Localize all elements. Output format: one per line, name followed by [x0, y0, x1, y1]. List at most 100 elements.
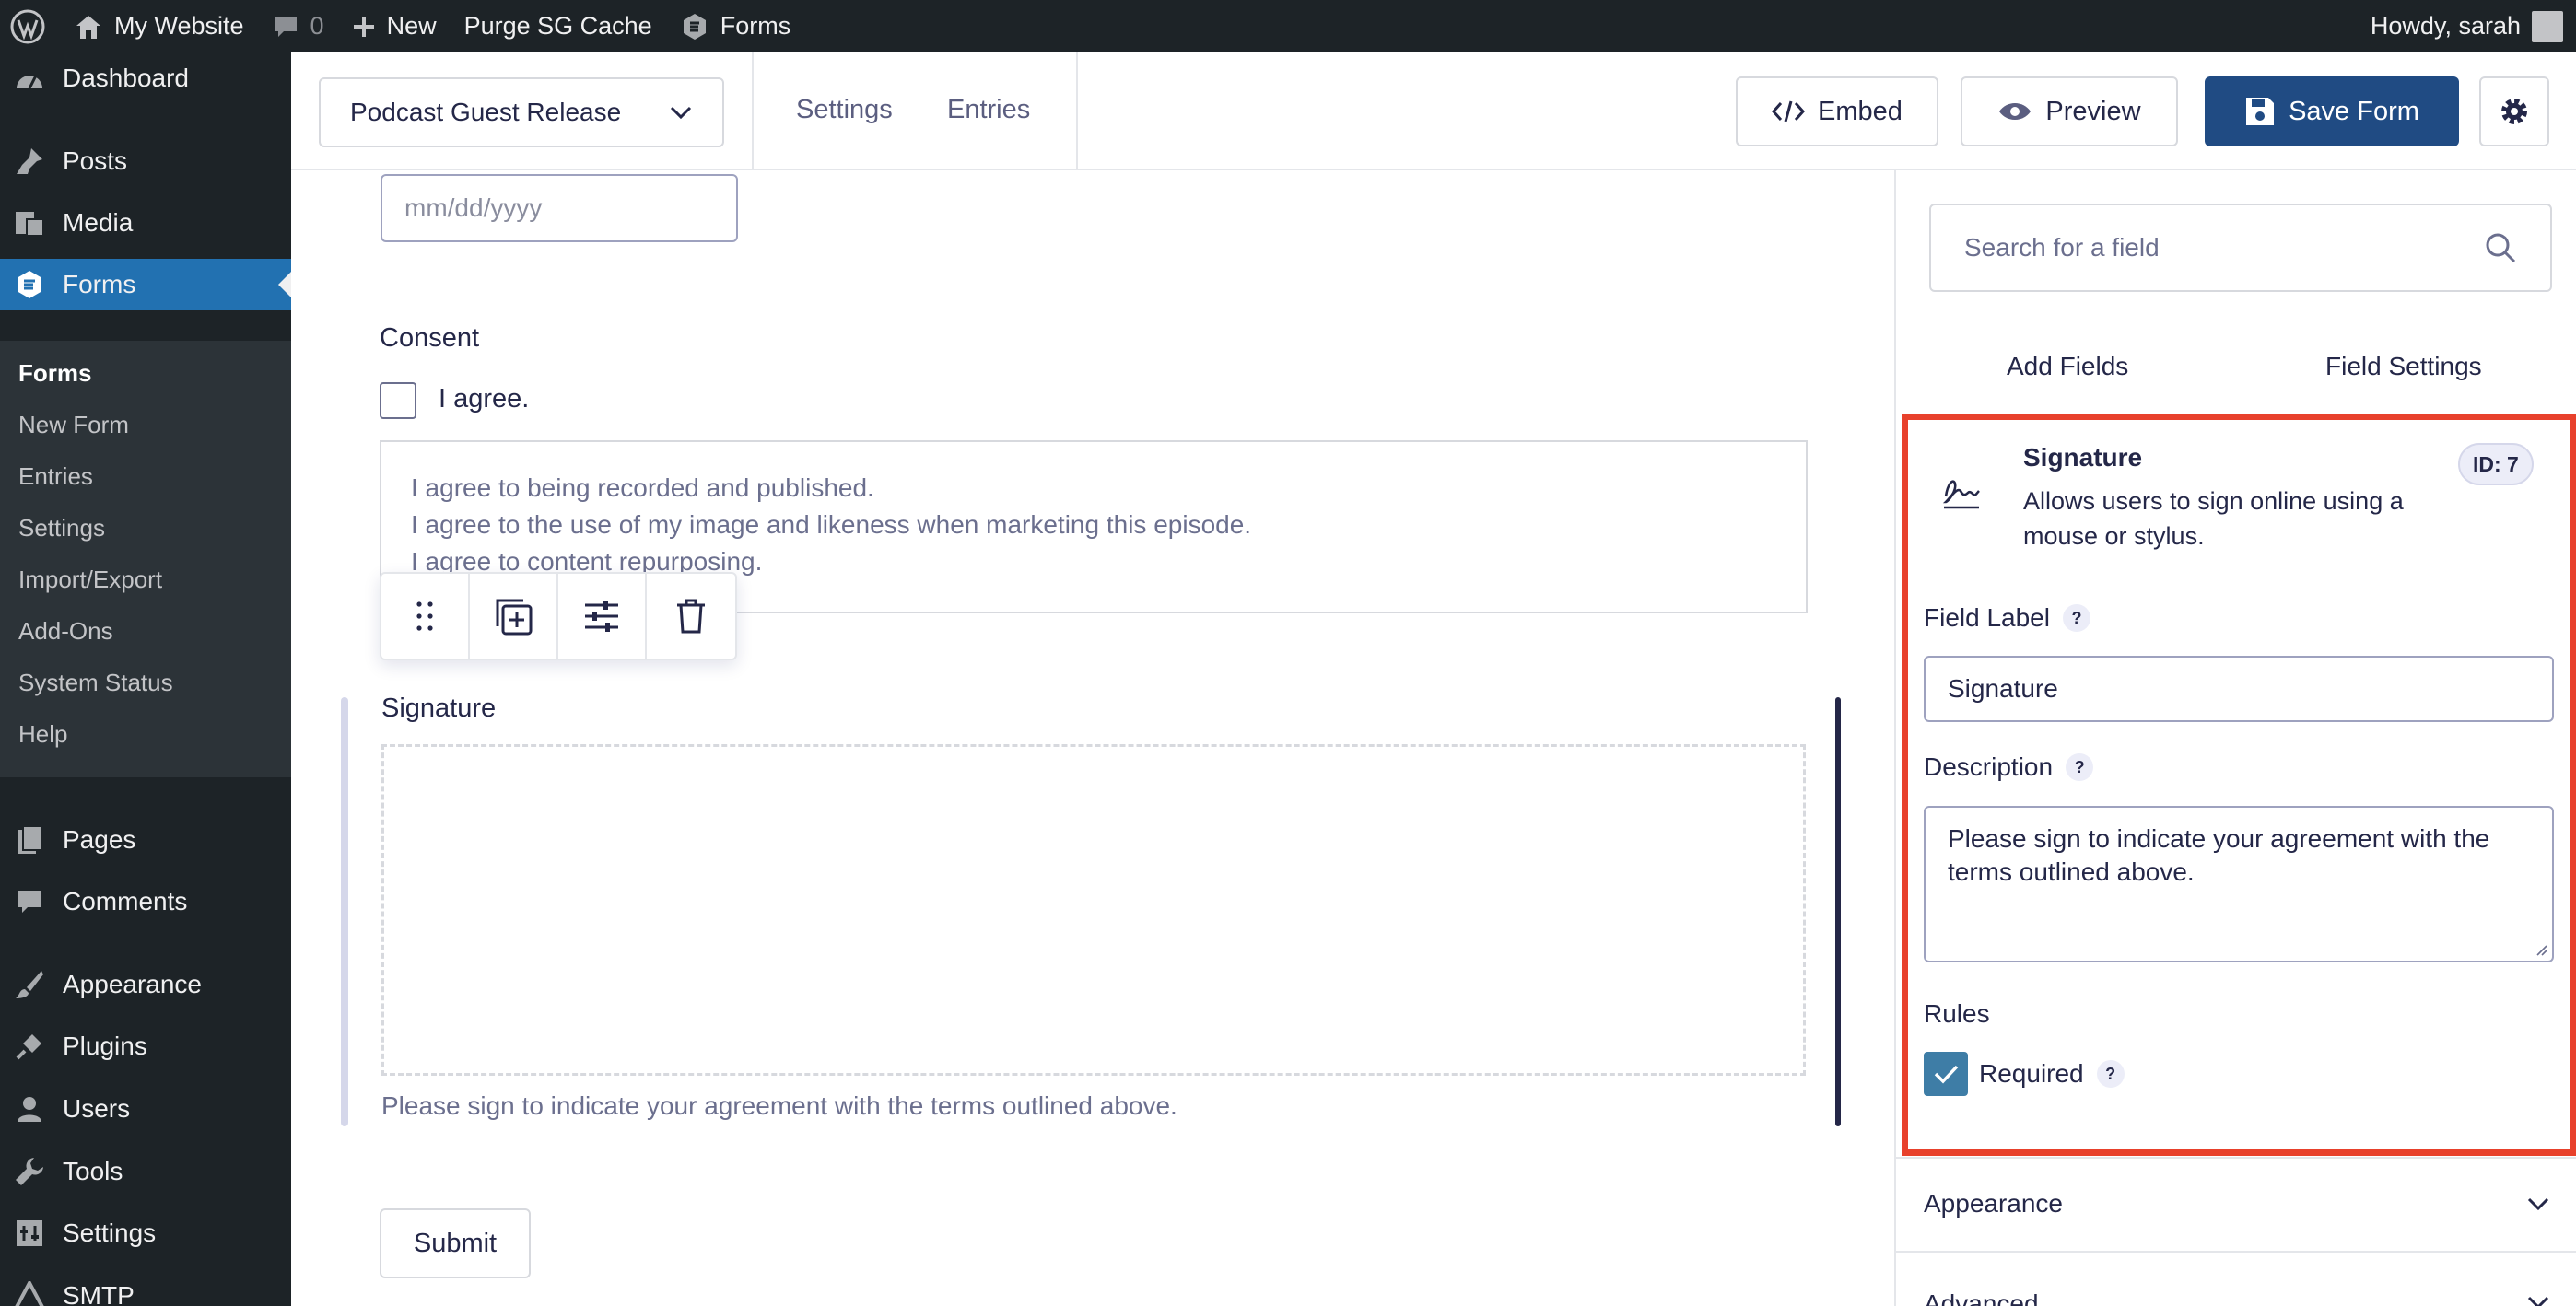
- submenu-system-status[interactable]: System Status: [18, 669, 173, 697]
- submit-button[interactable]: Submit: [380, 1208, 531, 1278]
- submenu-settings[interactable]: Settings: [18, 514, 105, 542]
- date-input[interactable]: mm/dd/yyyy: [381, 174, 738, 242]
- avatar: [2532, 10, 2563, 42]
- forms-admin-link[interactable]: Forms: [666, 0, 805, 52]
- consent-checkbox[interactable]: [380, 382, 416, 419]
- submenu-forms[interactable]: Forms: [18, 359, 91, 388]
- description-value: Please sign to indicate your agreement w…: [1948, 824, 2490, 886]
- sidebar-item-smtp[interactable]: SMTP: [0, 1270, 291, 1306]
- field-label-input[interactable]: Signature: [1924, 656, 2554, 722]
- divider: [752, 52, 754, 170]
- forms-submenu: Forms New Form Entries Settings Import/E…: [0, 341, 291, 777]
- sidebar-item-settings[interactable]: Settings: [0, 1207, 291, 1259]
- field-label-setting: Field Label ?: [1924, 603, 2090, 633]
- form-name: Podcast Guest Release: [350, 98, 622, 126]
- description-textarea[interactable]: Please sign to indicate your agreement w…: [1924, 806, 2554, 962]
- tab-add-fields[interactable]: Add Fields: [2007, 352, 2128, 381]
- help-icon[interactable]: ?: [2062, 604, 2090, 632]
- submenu-new-form[interactable]: New Form: [18, 411, 129, 439]
- signature-description: Please sign to indicate your agreement w…: [381, 1091, 1177, 1120]
- signature-icon: [1942, 480, 1980, 509]
- new-content-link[interactable]: New: [338, 0, 451, 52]
- sidebar-item-label: Pages: [63, 825, 136, 854]
- consent-line: I agree to the use of my image and liken…: [411, 510, 1252, 539]
- help-icon[interactable]: ?: [2096, 1060, 2125, 1088]
- dashboard-icon: [13, 62, 46, 95]
- advanced-section-label: Advanced: [1924, 1289, 2039, 1306]
- eye-icon: [1999, 103, 2032, 120]
- field-id-badge: ID: 7: [2458, 443, 2534, 485]
- account-menu[interactable]: Howdy, sarah: [2357, 0, 2576, 52]
- submit-label: Submit: [413, 1228, 498, 1258]
- sidebar-item-label: Forms: [63, 270, 136, 298]
- settings-link[interactable]: Settings: [796, 95, 893, 125]
- comments-link[interactable]: 0: [258, 0, 338, 52]
- site-name-link[interactable]: My Website: [60, 0, 258, 52]
- pin-icon: [13, 145, 46, 178]
- required-checkbox[interactable]: [1924, 1052, 1968, 1096]
- drag-handle[interactable]: [381, 574, 470, 659]
- advanced-section-toggle[interactable]: Advanced: [1896, 1251, 2576, 1306]
- submenu-add-ons[interactable]: Add-Ons: [18, 617, 113, 646]
- purge-cache-link[interactable]: Purge SG Cache: [451, 0, 666, 52]
- sidebar-item-dashboard[interactable]: Dashboard: [0, 52, 291, 104]
- sidebar-item-forms[interactable]: Forms: [0, 259, 291, 310]
- sidebar-item-tools[interactable]: Tools: [0, 1146, 291, 1197]
- home-icon: [76, 15, 100, 39]
- sidebar-item-plugins[interactable]: Plugins: [0, 1020, 291, 1072]
- greeting: Howdy, sarah: [2370, 12, 2521, 40]
- appearance-section-label: Appearance: [1924, 1189, 2064, 1218]
- sliders-icon: [585, 601, 618, 632]
- wrench-icon: [13, 1155, 46, 1188]
- appearance-section-toggle[interactable]: Appearance: [1896, 1157, 2576, 1249]
- submenu-import-export[interactable]: Import/Export: [18, 566, 162, 594]
- preview-button[interactable]: Preview: [1961, 76, 2178, 146]
- delete-field-button[interactable]: [647, 574, 735, 659]
- signature-pad[interactable]: [381, 744, 1806, 1076]
- sidebar-item-posts[interactable]: Posts: [0, 135, 291, 187]
- sidebar-item-label: Tools: [63, 1157, 123, 1185]
- admin-bar: My Website 0 New Purge SG Cache Forms Ho…: [0, 0, 2576, 52]
- resize-handle-icon: [2536, 945, 2547, 956]
- forms-admin-label: Forms: [720, 12, 791, 40]
- embed-button[interactable]: Embed: [1736, 76, 1938, 146]
- consent-checkbox-label: I agree.: [439, 384, 530, 414]
- sidebar-item-appearance[interactable]: Appearance: [0, 959, 291, 1010]
- field-type-title: Signature: [2023, 443, 2143, 472]
- submenu-help[interactable]: Help: [18, 720, 67, 749]
- wp-logo-button[interactable]: [0, 0, 60, 52]
- form-switcher-dropdown[interactable]: Podcast Guest Release: [319, 77, 724, 147]
- gear-icon: [2501, 99, 2527, 124]
- user-icon: [13, 1092, 46, 1125]
- settings-gear-button[interactable]: [2479, 76, 2549, 146]
- consent-line: I agree to being recorded and published.: [411, 473, 874, 502]
- tab-field-settings[interactable]: Field Settings: [2325, 352, 2482, 381]
- plus-icon: [353, 16, 374, 37]
- description-title: Description: [1924, 752, 2054, 781]
- sidebar-item-comments[interactable]: Comments: [0, 876, 291, 927]
- search-placeholder: Search for a field: [1964, 233, 2160, 262]
- submenu-entries[interactable]: Entries: [18, 462, 93, 491]
- signature-label: Signature: [381, 694, 497, 723]
- field-label-value: Signature: [1948, 674, 2058, 703]
- preview-label: Preview: [2045, 96, 2141, 126]
- divider: [1076, 52, 1078, 170]
- entries-link[interactable]: Entries: [947, 95, 1030, 125]
- sidebar-item-label: Settings: [63, 1219, 157, 1247]
- field-search-input[interactable]: Search for a field: [1929, 204, 2552, 292]
- brush-icon: [13, 968, 46, 1001]
- save-form-button[interactable]: Save Form: [2205, 76, 2459, 146]
- help-icon[interactable]: ?: [2066, 753, 2094, 781]
- duplicate-field-button[interactable]: [470, 574, 558, 659]
- selection-indicator-right: [1835, 697, 1841, 1126]
- field-settings-button[interactable]: [558, 574, 647, 659]
- form-canvas: mm/dd/yyyy Consent I agree. I agree to b…: [291, 170, 1894, 1306]
- duplicate-icon: [496, 599, 533, 636]
- sidebar-item-media[interactable]: Media: [0, 197, 291, 249]
- required-setting: Required ?: [1979, 1059, 2125, 1089]
- sidebar-item-users[interactable]: Users: [0, 1083, 291, 1135]
- chevron-down-icon: [670, 106, 692, 120]
- pages-icon: [13, 823, 46, 857]
- sidebar-item-pages[interactable]: Pages: [0, 814, 291, 866]
- embed-label: Embed: [1818, 96, 1903, 126]
